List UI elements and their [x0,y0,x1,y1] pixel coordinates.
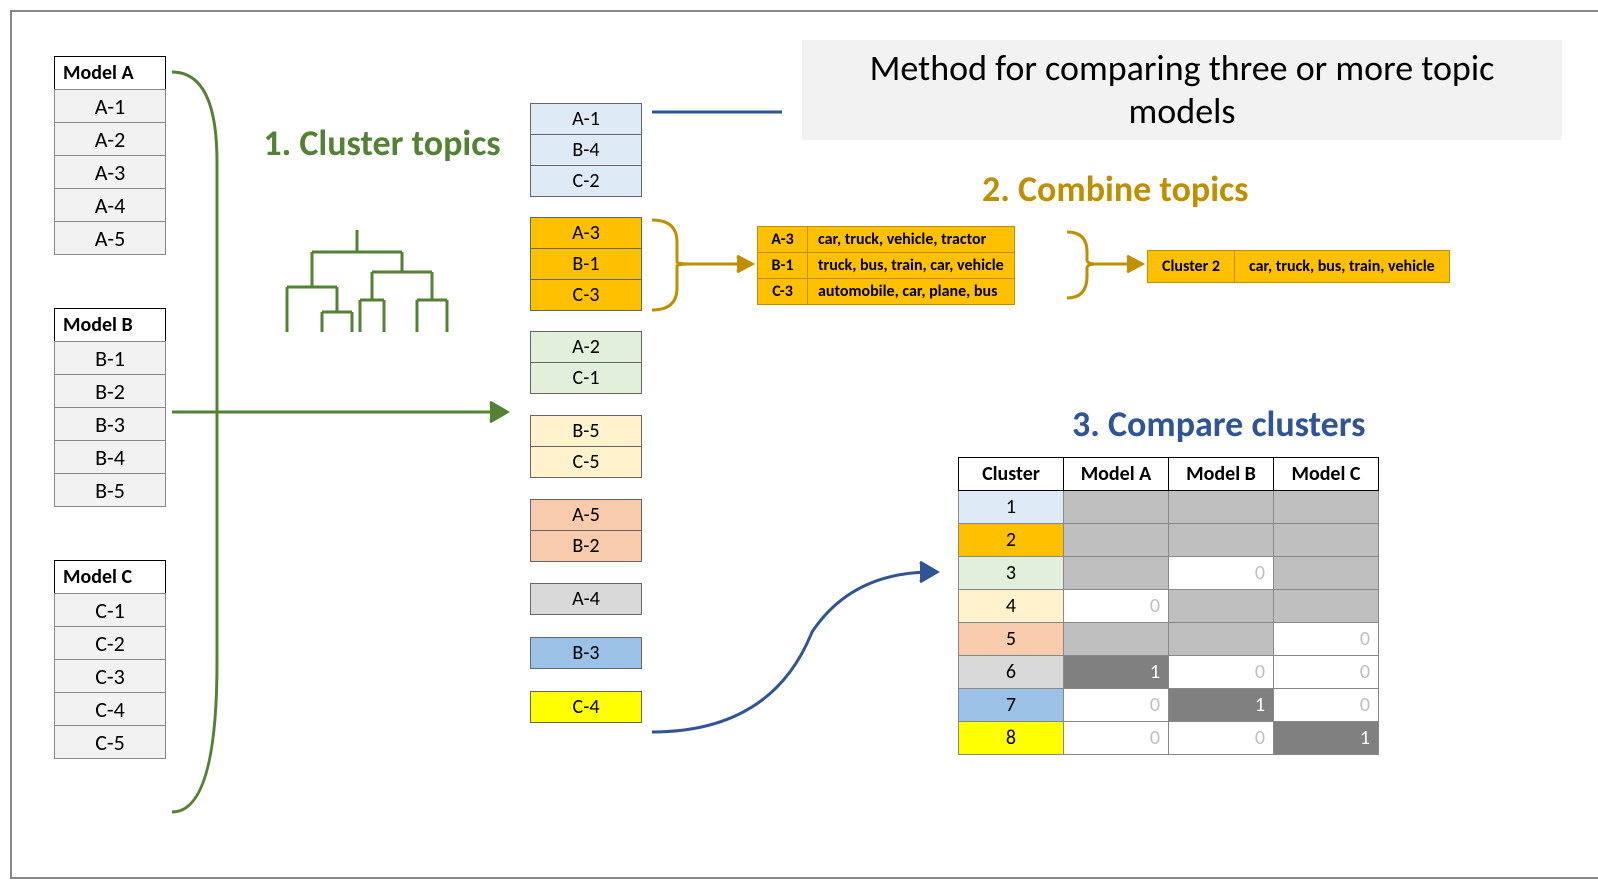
compare-cell: 0 [1064,689,1169,722]
compare-cell: 0 [1274,689,1379,722]
compare-cell [1169,590,1274,623]
compare-table: Cluster Model A Model B Model C 1 0.3 0.… [958,457,1379,755]
cluster-4: B-5 C-5 [530,416,642,478]
compare-cell: 0 [1274,623,1379,656]
model-a-stack: Model A A-1 A-2 A-3 A-4 A-5 [54,56,166,255]
cluster-item: C-1 [530,362,642,394]
compare-cell [1064,557,1169,590]
model-c-header: Model C [54,560,166,594]
method-title: Method for comparing three or more topic… [802,40,1562,140]
cluster-item: B-4 [530,134,642,166]
compare-cell: 1 [1169,689,1274,722]
compare-cell: 0.3 [1064,524,1169,557]
compare-cluster-num: 7 [959,689,1064,722]
model-b-item: B-4 [54,440,166,474]
cluster-5: A-5 B-2 [530,500,642,562]
compare-cell: 0 [1169,557,1274,590]
compare-header: Model C [1274,458,1379,491]
model-c-stack: Model C C-1 C-2 C-3 C-4 C-5 [54,560,166,759]
cluster-item: C-3 [530,279,642,311]
model-a-header: Model A [54,56,166,90]
compare-cell [1274,590,1379,623]
model-c-item: C-1 [54,593,166,627]
cluster-item: B-1 [530,248,642,280]
cluster-result-id: Cluster 2 [1148,251,1235,283]
model-c-item: C-4 [54,692,166,726]
compare-cell [1064,623,1169,656]
combine-words: car, truck, vehicle, tractor [808,227,1015,253]
cluster-1: A-1 B-4 C-2 [530,104,642,197]
compare-cell [1274,557,1379,590]
model-a-item: A-4 [54,188,166,222]
cluster-item: A-3 [530,217,642,249]
compare-cell: 0.3 [1274,491,1379,524]
cluster-8: C-4 [530,692,642,723]
compare-cell: 1 [1064,656,1169,689]
model-b-header: Model B [54,308,166,342]
combine-words: truck, bus, train, car, vehicle [808,253,1015,279]
compare-cell: 0.3 [1274,524,1379,557]
cluster-item: B-3 [530,637,642,669]
compare-cluster-num: 8 [959,722,1064,755]
compare-cell: 0 [1274,656,1379,689]
cluster-6: A-4 [530,584,642,615]
combine-id: B-1 [758,253,808,279]
compare-cluster-num: 2 [959,524,1064,557]
compare-cell: 0 [1064,722,1169,755]
compare-header: Model A [1064,458,1169,491]
cluster-item: B-2 [530,530,642,562]
combine-words: automobile, car, plane, bus [808,279,1015,305]
cluster-3: A-2 C-1 [530,332,642,394]
diagram-canvas: Method for comparing three or more topic… [10,10,1598,879]
model-c-item: C-2 [54,626,166,660]
compare-cell [1169,623,1274,656]
compare-cluster-num: 3 [959,557,1064,590]
model-a-item: A-3 [54,155,166,189]
model-c-item: C-5 [54,725,166,759]
compare-cluster-num: 4 [959,590,1064,623]
combine-table: A-3car, truck, vehicle, tractor B-1truck… [757,226,1015,305]
step-1-label: 1. Cluster topics [263,121,500,165]
compare-cell: 0.3 [1064,491,1169,524]
cluster-item: C-4 [530,691,642,723]
compare-header: Model B [1169,458,1274,491]
model-b-stack: Model B B-1 B-2 B-3 B-4 B-5 [54,308,166,507]
cluster-item: A-4 [530,583,642,615]
compare-cell: 0 [1169,722,1274,755]
cluster-item: A-5 [530,499,642,531]
model-c-item: C-3 [54,659,166,693]
compare-cell: 0 [1064,590,1169,623]
step-3-title: 3. Compare clusters [1072,402,1366,446]
model-a-item: A-1 [54,89,166,123]
compare-cell: 0 [1169,656,1274,689]
model-b-item: B-5 [54,473,166,507]
cluster-item: A-1 [530,103,642,135]
compare-cell: 0.3 [1169,524,1274,557]
compare-cluster-num: 5 [959,623,1064,656]
compare-cell: 1 [1274,722,1379,755]
model-b-item: B-1 [54,341,166,375]
compare-cluster-num: 1 [959,491,1064,524]
cluster-result-words: car, truck, bus, train, vehicle [1235,251,1450,283]
cluster-item: C-2 [530,165,642,197]
model-a-item: A-2 [54,122,166,156]
cluster-item: A-2 [530,331,642,363]
cluster-item: C-5 [530,446,642,478]
combine-id: C-3 [758,279,808,305]
step-2-title: 2. Combine topics [982,167,1249,211]
combine-id: A-3 [758,227,808,253]
step-1-title: 1. Cluster topics [252,122,512,165]
model-a-item: A-5 [54,221,166,255]
cluster-7: B-3 [530,638,642,669]
cluster-2: A-3 B-1 C-3 [530,218,642,311]
cluster-item: B-5 [530,415,642,447]
model-b-item: B-3 [54,407,166,441]
model-b-item: B-2 [54,374,166,408]
compare-header: Cluster [959,458,1064,491]
compare-cell: 0.3 [1169,491,1274,524]
compare-cluster-num: 6 [959,656,1064,689]
cluster-result-table: Cluster 2car, truck, bus, train, vehicle [1147,250,1450,283]
